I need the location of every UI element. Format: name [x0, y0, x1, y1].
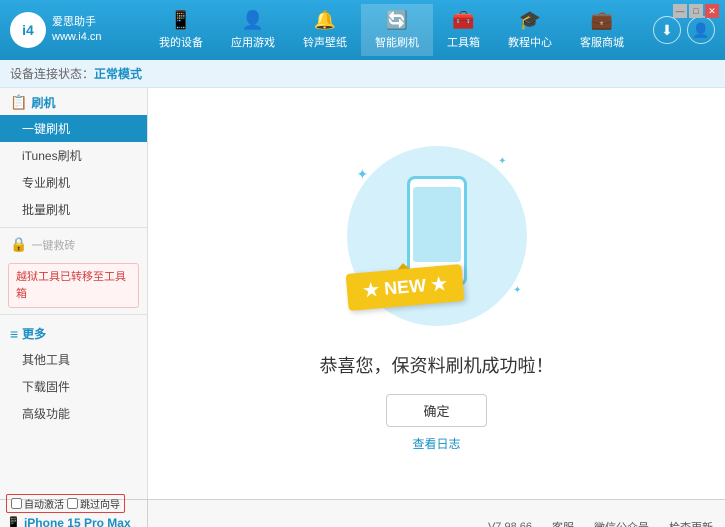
logo-icon: i4 [22, 22, 34, 38]
toolbox-icon: 🧰 [452, 10, 474, 31]
maximize-button[interactable]: □ [689, 4, 703, 18]
sidebar: 📋 刷机 一键刷机 iTunes刷机 专业刷机 批量刷机 🔒 一键救砖 [0, 88, 148, 499]
lock-icon: 🔒 [10, 236, 27, 253]
header: i4 爱思助手 www.i4.cn 📱 我的设备 👤 应用游戏 🔔 铃声壁纸 🔄 [0, 0, 725, 60]
main-layout: 📋 刷机 一键刷机 iTunes刷机 专业刷机 批量刷机 🔒 一键救砖 [0, 88, 725, 499]
phone-screen [413, 187, 461, 262]
logo-circle: i4 [10, 12, 46, 48]
nav-tutorial[interactable]: 🎓 教程中心 [494, 4, 566, 56]
sidebar-section-more: ≡ 更多 [0, 319, 147, 346]
sparkle-3: ✦ [513, 285, 521, 296]
nav-ringtones[interactable]: 🔔 铃声壁纸 [289, 4, 361, 56]
nav-service-label: 客服商城 [580, 34, 624, 50]
nav-items: 📱 我的设备 👤 应用游戏 🔔 铃声壁纸 🔄 智能刷机 🧰 工具箱 🎓 [130, 4, 653, 56]
more-section-icon: ≡ [10, 326, 18, 342]
header-right: ⬇ 👤 [653, 16, 715, 44]
logo-area: i4 爱思助手 www.i4.cn [10, 12, 130, 48]
nav-apps-games[interactable]: 👤 应用游戏 [217, 4, 289, 56]
status-bar-right: V7.98.66 客服 微信公众号 检查更新 [148, 500, 725, 527]
success-text: 恭喜您，保资料刷机成功啦！ [320, 352, 554, 378]
sparkle-2: ✦ [498, 156, 506, 167]
nav-my-device-label: 我的设备 [159, 34, 203, 50]
flash-section-label: 刷机 [31, 94, 55, 111]
subheader-status: 正常模式 [94, 65, 142, 82]
skip-wizard-checkbox[interactable]: 跳过向导 [67, 496, 120, 511]
content-area: ✦ ✦ ✦ ★ NEW ★ 恭喜您，保资料刷机成功啦！ 确定 查看日志 [148, 88, 725, 499]
sidebar-item-other-tools[interactable]: 其他工具 [0, 346, 147, 373]
auto-activate-label: 自动激活 [24, 496, 64, 511]
wechat-link[interactable]: 微信公众号 [594, 519, 649, 527]
tutorial-icon: 🎓 [519, 10, 541, 31]
sidebar-item-advanced[interactable]: 高级功能 [0, 400, 147, 427]
close-button[interactable]: ✕ [705, 4, 719, 18]
nav-apps-games-label: 应用游戏 [231, 34, 275, 50]
customer-service-link[interactable]: 客服 [552, 519, 574, 527]
user-button[interactable]: 👤 [687, 16, 715, 44]
bottom-section: 自动激活 跳过向导 📱 iPhone 15 Pro Max 512GB iPho… [0, 499, 725, 527]
window-controls: — □ ✕ [673, 4, 719, 18]
auto-activate-checkbox[interactable]: 自动激活 [11, 496, 64, 511]
check-update-link[interactable]: 检查更新 [669, 519, 713, 527]
confirm-button[interactable]: 确定 [386, 394, 486, 427]
rescue-notice: 越狱工具已转移至工具箱 [8, 263, 139, 308]
subheader: 设备连接状态： 正常模式 [0, 60, 725, 88]
sidebar-one-key-rescue: 🔒 一键救砖 [0, 232, 147, 257]
log-link[interactable]: 查看日志 [412, 435, 460, 452]
sparkle-1: ✦ [357, 166, 369, 183]
sidebar-item-download-firmware[interactable]: 下载固件 [0, 373, 147, 400]
nav-toolbox[interactable]: 🧰 工具箱 [433, 4, 494, 56]
nav-service[interactable]: 💼 客服商城 [566, 4, 638, 56]
app-name: 爱思助手 [52, 15, 102, 30]
sidebar-divider-1 [0, 227, 147, 228]
apps-games-icon: 👤 [242, 10, 264, 31]
nav-tutorial-label: 教程中心 [508, 34, 552, 50]
nav-ringtones-label: 铃声壁纸 [303, 34, 347, 50]
download-button[interactable]: ⬇ [653, 16, 681, 44]
ringtones-icon: 🔔 [314, 10, 336, 31]
sidebar-item-one-key-flash[interactable]: 一键刷机 [0, 115, 147, 142]
nav-my-device[interactable]: 📱 我的设备 [145, 4, 217, 56]
sidebar-item-batch-flash[interactable]: 批量刷机 [0, 196, 147, 223]
sidebar-divider-2 [0, 314, 147, 315]
phone-illustration: ✦ ✦ ✦ ★ NEW ★ [337, 136, 537, 336]
nav-toolbox-label: 工具箱 [447, 34, 480, 50]
skip-wizard-label: 跳过向导 [80, 496, 120, 511]
flash-section-icon: 📋 [10, 94, 27, 111]
sidebar-section-flash: 📋 刷机 [0, 88, 147, 115]
version-label: V7.98.66 [488, 521, 532, 527]
more-section-label: 更多 [22, 325, 46, 342]
sidebar-item-itunes-flash[interactable]: iTunes刷机 [0, 142, 147, 169]
auto-activate-input[interactable] [11, 498, 22, 509]
device-phone-icon: 📱 [6, 516, 21, 527]
skip-wizard-input[interactable] [67, 498, 78, 509]
device-name: 📱 iPhone 15 Pro Max [6, 516, 141, 527]
minimize-button[interactable]: — [673, 4, 687, 18]
service-icon: 💼 [591, 10, 613, 31]
subheader-label: 设备连接状态： [10, 65, 94, 82]
my-device-icon: 📱 [170, 10, 192, 31]
nav-smart-flash[interactable]: 🔄 智能刷机 [361, 4, 433, 56]
device-checkboxes: 自动激活 跳过向导 [6, 494, 125, 513]
smart-flash-icon: 🔄 [386, 10, 408, 31]
nav-smart-flash-label: 智能刷机 [375, 34, 419, 50]
logo-text: 爱思助手 www.i4.cn [52, 15, 102, 46]
app-url: www.i4.cn [52, 30, 102, 45]
sidebar-item-pro-flash[interactable]: 专业刷机 [0, 169, 147, 196]
device-area: 自动激活 跳过向导 📱 iPhone 15 Pro Max 512GB iPho… [0, 500, 148, 527]
